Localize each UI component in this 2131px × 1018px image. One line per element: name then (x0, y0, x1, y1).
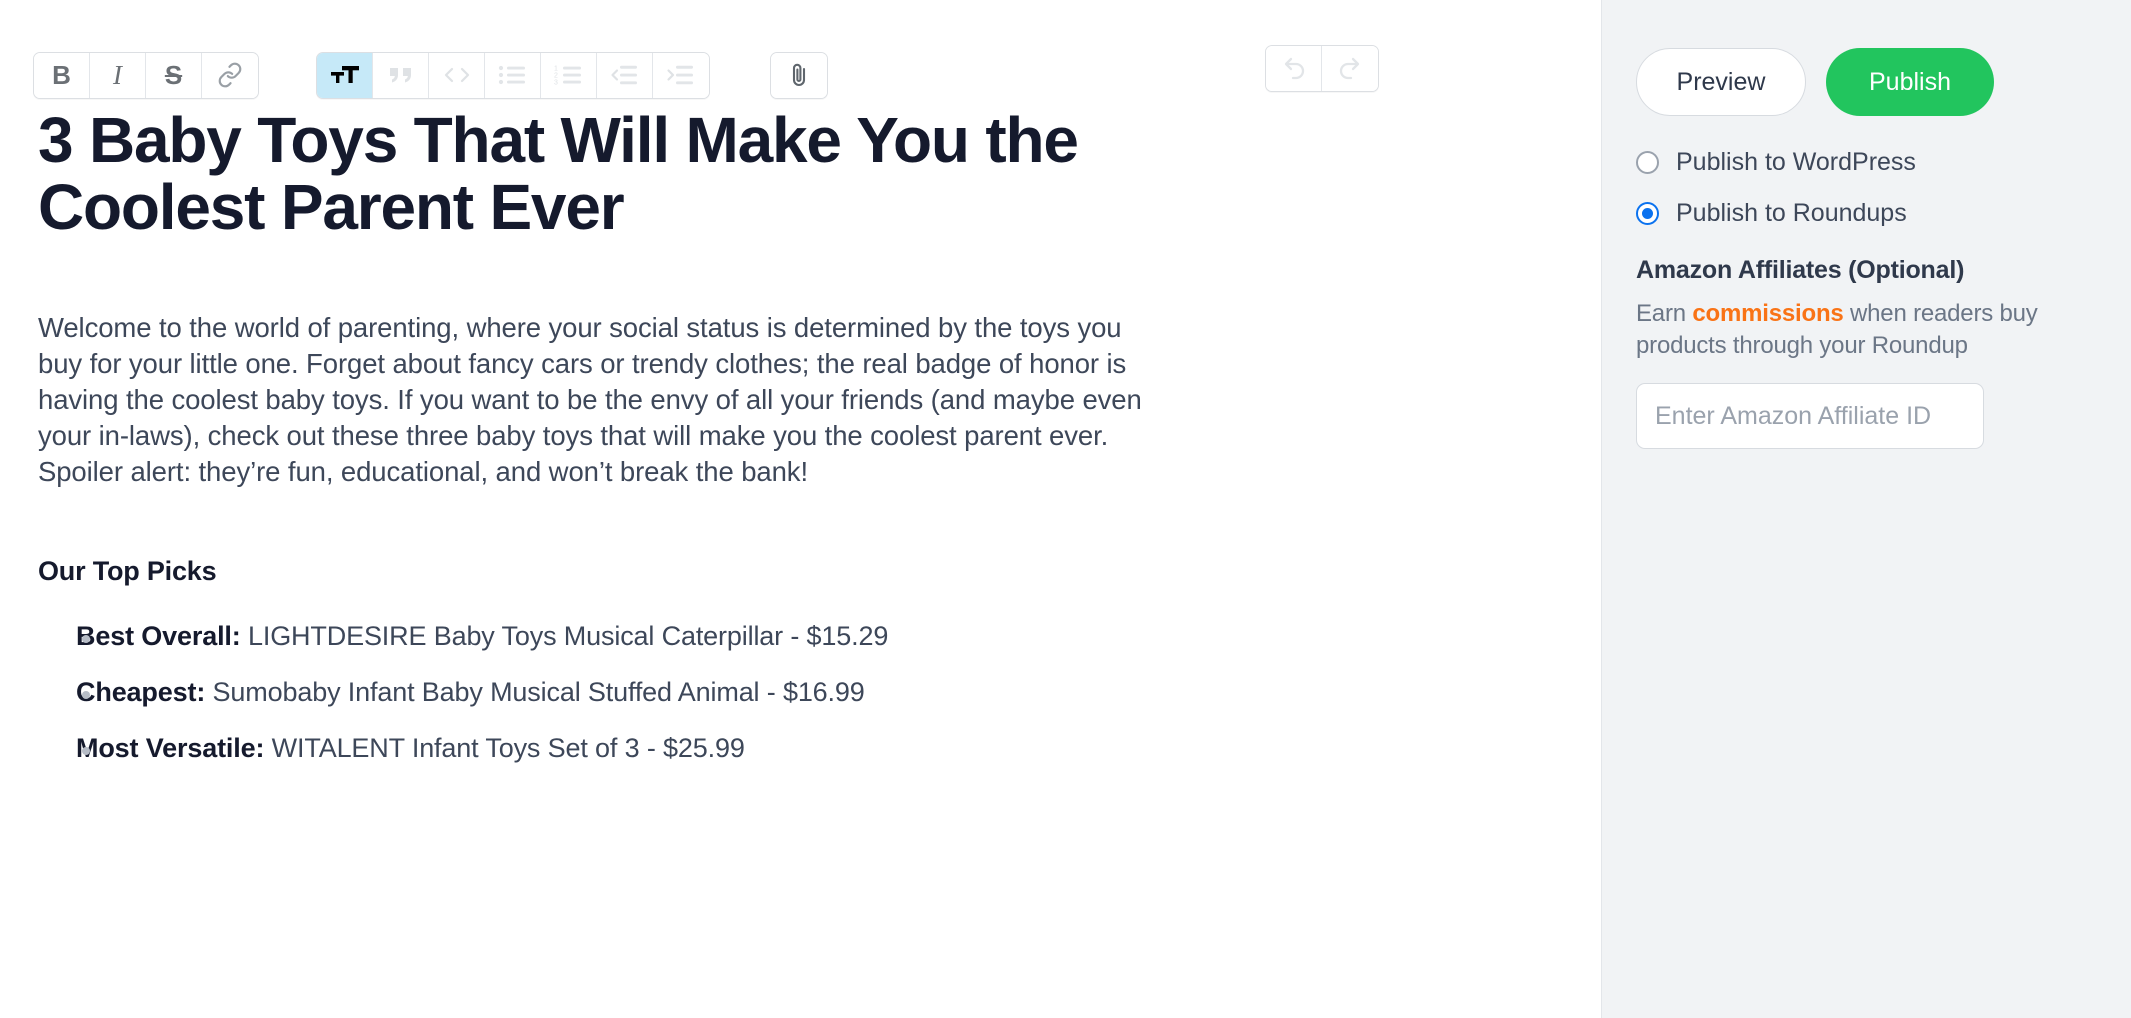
pick-label: Cheapest: (76, 677, 206, 708)
svg-text:1: 1 (554, 66, 558, 73)
italic-icon: I (113, 59, 122, 90)
svg-text:2: 2 (554, 73, 558, 80)
pick-text: WITALENT Infant Toys Set of 3 - $25.99 (264, 733, 745, 764)
editor-app: B I S 1 2 3 3 Baby Toys That Will Make Y… (0, 0, 2131, 1018)
article-content[interactable]: 3 Baby Toys That Will Make You the Coole… (0, 107, 1601, 766)
pick-label: Most Versatile: (76, 733, 265, 764)
heading-button[interactable] (317, 52, 373, 98)
affiliates-description: Earn commissions when readers buy produc… (1636, 298, 2097, 361)
publish-button[interactable]: Publish (1826, 48, 1994, 116)
strikethrough-icon: S (164, 60, 183, 90)
publish-sidebar: Preview Publish Publish to WordPress Pub… (1602, 0, 2131, 1018)
strikethrough-button[interactable]: S (146, 52, 202, 98)
list-item[interactable]: Most Versatile: WITALENT Infant Toys Set… (76, 731, 1561, 766)
radio-publish-to-wordpress[interactable]: Publish to WordPress (1636, 148, 2097, 177)
link-button[interactable] (202, 52, 258, 98)
undo-icon (1279, 57, 1309, 81)
undo-button[interactable] (1266, 46, 1322, 91)
attach-file-button[interactable] (771, 52, 827, 98)
article-intro-paragraph[interactable]: Welcome to the world of parenting, where… (38, 310, 1156, 490)
outdent-button[interactable] (597, 52, 653, 98)
redo-icon (1335, 57, 1365, 81)
italic-button[interactable]: I (90, 52, 146, 98)
affiliates-title: Amazon Affiliates (Optional) (1636, 256, 1965, 284)
outdent-icon (610, 64, 640, 86)
article-subheading[interactable]: Our Top Picks (38, 556, 1561, 587)
paperclip-icon (787, 61, 811, 89)
list-item[interactable]: Cheapest: Sumobaby Infant Baby Musical S… (76, 675, 1561, 710)
bold-icon: B (52, 60, 71, 90)
preview-button[interactable]: Preview (1636, 48, 1806, 116)
numbered-list-button[interactable]: 1 2 3 (541, 52, 597, 98)
amazon-affiliates-section: Amazon Affiliates (Optional) Earn commis… (1636, 256, 2097, 450)
formatting-toolbar: B I S 1 2 3 (0, 0, 1601, 105)
editor-pane: B I S 1 2 3 3 Baby Toys That Will Make Y… (0, 0, 1602, 1018)
pick-text: Sumobaby Infant Baby Musical Stuffed Ani… (205, 677, 865, 708)
sidebar-action-buttons: Preview Publish (1636, 48, 2097, 116)
bulleted-list-button[interactable] (485, 52, 541, 98)
radio-checked-icon[interactable] (1636, 202, 1659, 225)
affiliates-desc-before: Earn (1636, 300, 1693, 327)
redo-button[interactable] (1322, 46, 1378, 91)
toolbar-group-history (1265, 45, 1379, 92)
article-title[interactable]: 3 Baby Toys That Will Make You the Coole… (38, 107, 1153, 240)
pick-text: LIGHTDESIRE Baby Toys Musical Caterpilla… (240, 621, 889, 652)
indent-icon (666, 64, 696, 86)
affiliates-desc-highlight: commissions (1692, 300, 1844, 327)
code-block-button[interactable] (429, 52, 485, 98)
radio-label: Publish to WordPress (1676, 148, 1916, 176)
radio-unchecked-icon[interactable] (1636, 151, 1659, 174)
amazon-affiliate-id-input[interactable] (1636, 383, 1984, 450)
numbered-list-icon: 1 2 3 (554, 64, 584, 86)
blockquote-icon (387, 64, 415, 86)
bold-button[interactable]: B (34, 52, 90, 98)
top-picks-list: Best Overall: LIGHTDESIRE Baby Toys Musi… (38, 619, 1561, 766)
blockquote-button[interactable] (373, 52, 429, 98)
toolbar-group-attachment (770, 51, 828, 99)
radio-publish-to-roundups[interactable]: Publish to Roundups (1636, 199, 2097, 228)
indent-button[interactable] (653, 52, 709, 98)
code-block-icon (443, 64, 471, 86)
toolbar-group-block-format: 1 2 3 (316, 51, 710, 99)
link-icon (217, 62, 243, 88)
pick-label: Best Overall: (76, 621, 241, 652)
radio-label: Publish to Roundups (1676, 199, 1907, 227)
publish-target-radio-group: Publish to WordPress Publish to Roundups (1636, 148, 2097, 228)
svg-text:3: 3 (554, 80, 558, 87)
toolbar-group-text-format: B I S (33, 51, 259, 99)
bulleted-list-icon (498, 64, 528, 86)
heading-icon (330, 63, 360, 87)
list-item[interactable]: Best Overall: LIGHTDESIRE Baby Toys Musi… (76, 619, 1561, 654)
